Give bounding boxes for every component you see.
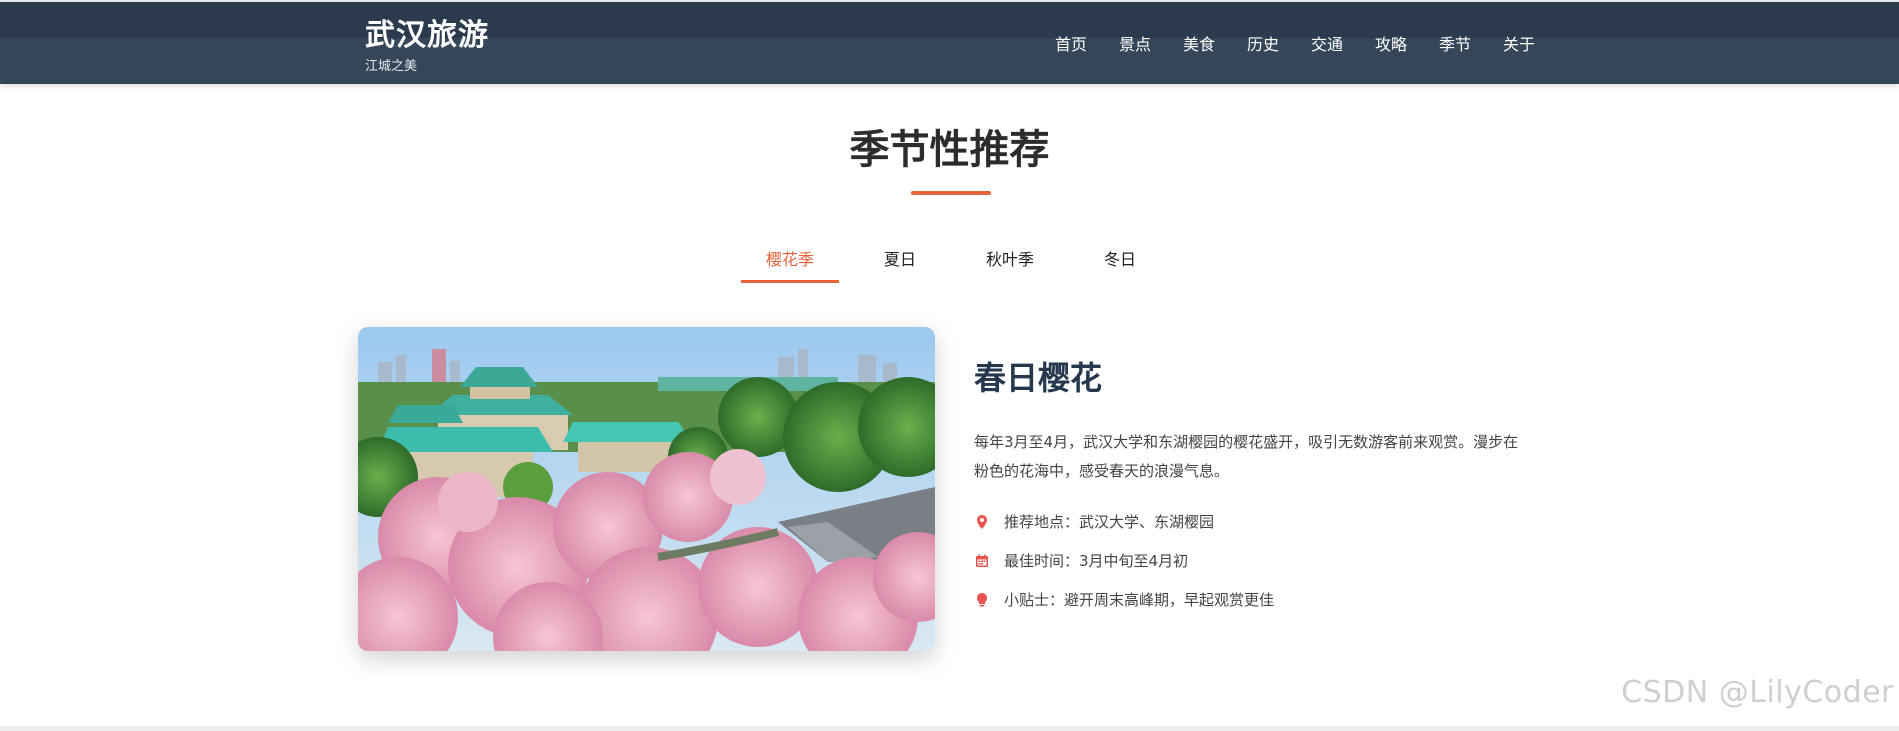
lightbulb-icon <box>974 592 990 608</box>
brand-logo[interactable]: 武汉旅游 江城之美 <box>365 18 489 74</box>
info-tip-text: 小贴士：避开周末高峰期，早起观赏更佳 <box>1004 591 1275 609</box>
brand-title: 武汉旅游 <box>365 18 489 53</box>
season-description: 每年3月至4月，武汉大学和东湖樱园的樱花盛开，吸引无数游客前来观赏。漫步在粉色的… <box>974 433 1519 480</box>
brand-subtitle: 江城之美 <box>365 59 418 74</box>
tab-autumn[interactable]: 秋叶季 <box>961 245 1059 283</box>
nav-item-transport[interactable]: 交通 <box>1311 34 1375 56</box>
season-photo <box>358 327 935 651</box>
season-title: 春日樱花 <box>974 359 1103 397</box>
main-nav: 首页 景点 美食 历史 交通 攻略 季节 关于 <box>1055 34 1535 56</box>
site-header: 武汉旅游 江城之美 首页 景点 美食 历史 交通 攻略 季节 关于 <box>0 0 1899 84</box>
section-title: 季节性推荐 <box>849 127 1050 173</box>
nav-item-home[interactable]: 首页 <box>1055 34 1119 56</box>
nav-item-seasons[interactable]: 季节 <box>1439 34 1503 56</box>
nav-item-food[interactable]: 美食 <box>1183 34 1247 56</box>
season-tabs: 樱花季 夏日 秋叶季 冬日 <box>741 245 1181 283</box>
calendar-icon <box>974 553 990 569</box>
title-underline <box>911 191 991 195</box>
footer-divider <box>0 726 1899 731</box>
info-best-time: 最佳时间：3月中旬至4月初 <box>974 550 1188 572</box>
tab-summer[interactable]: 夏日 <box>851 245 949 283</box>
info-location-text: 推荐地点：武汉大学、东湖樱园 <box>1004 513 1215 531</box>
info-location: 推荐地点：武汉大学、东湖樱园 <box>974 511 1214 533</box>
map-pin-icon <box>974 514 990 530</box>
tab-cherry-blossom[interactable]: 樱花季 <box>741 245 839 283</box>
nav-item-attractions[interactable]: 景点 <box>1119 34 1183 56</box>
nav-item-about[interactable]: 关于 <box>1503 34 1535 56</box>
watermark: CSDN @LilyCoder <box>1621 675 1894 710</box>
nav-item-guide[interactable]: 攻略 <box>1375 34 1439 56</box>
nav-item-history[interactable]: 历史 <box>1247 34 1311 56</box>
info-tip: 小贴士：避开周末高峰期，早起观赏更佳 <box>974 589 1274 611</box>
info-best-time-text: 最佳时间：3月中旬至4月初 <box>1004 552 1189 570</box>
tab-winter[interactable]: 冬日 <box>1071 245 1169 283</box>
